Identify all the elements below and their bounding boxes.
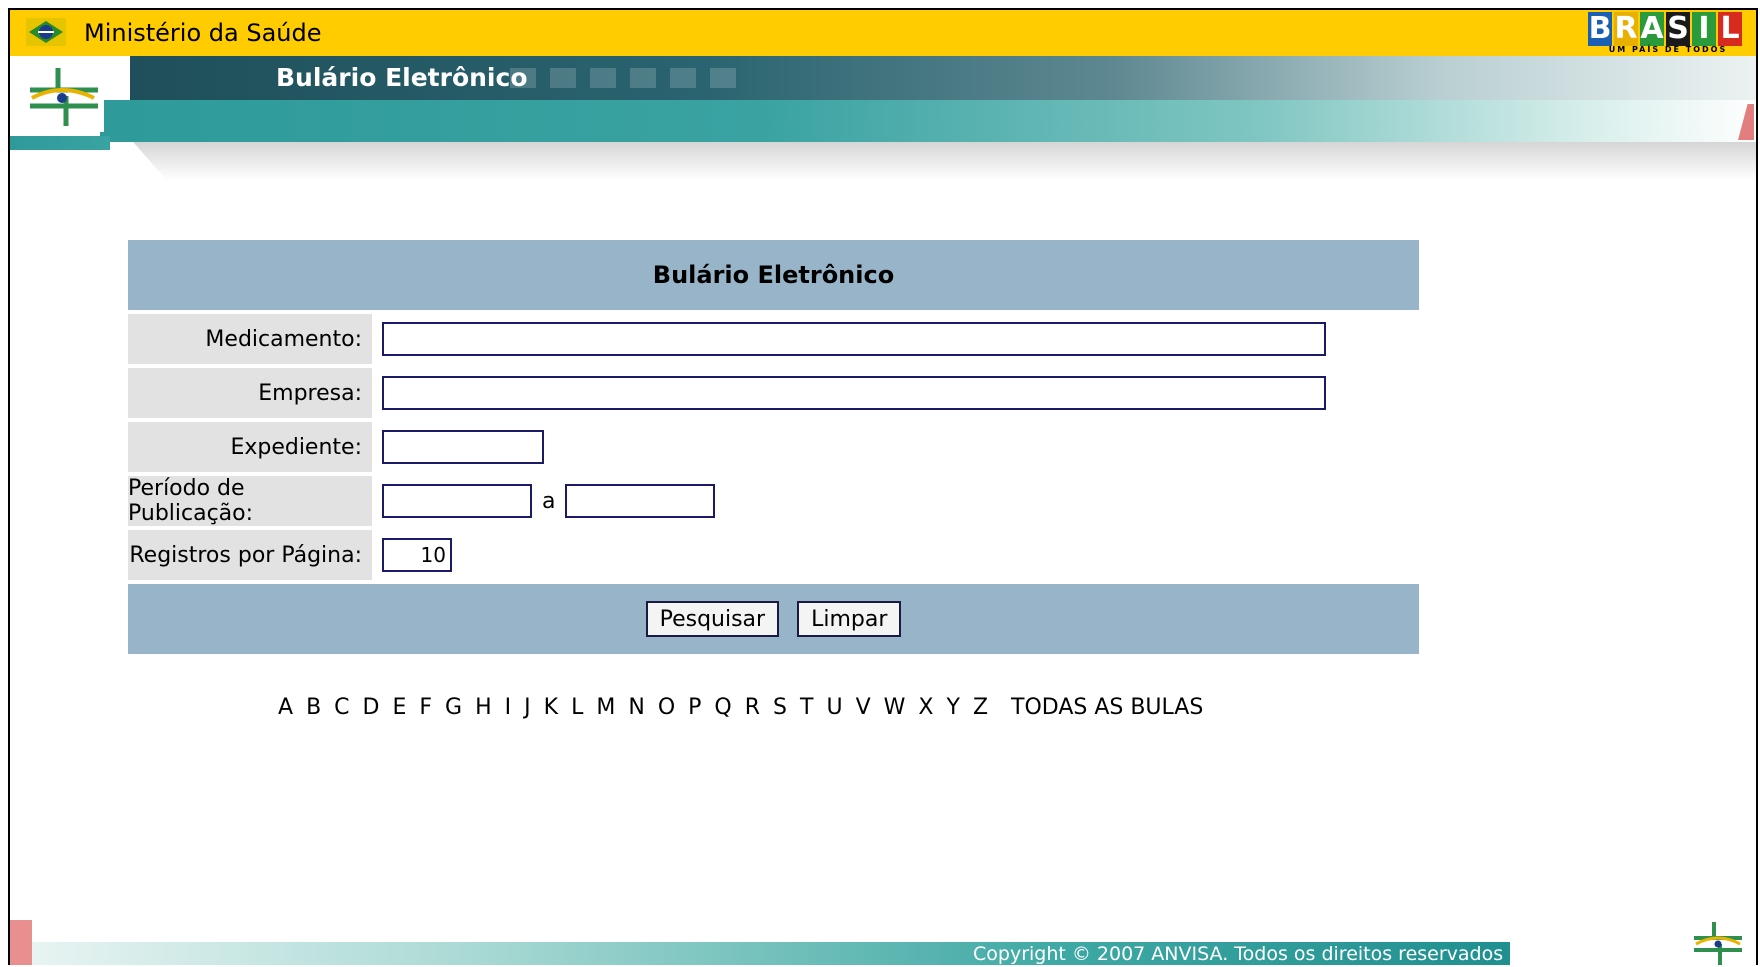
header-grey-band [133,142,1756,180]
header-teal-left [10,136,110,150]
registros-label: Registros por Página: [128,530,372,580]
field-row-expediente: Expediente: [128,422,1419,472]
alphabet-letter-y[interactable]: Y [946,695,959,720]
empresa-label: Empresa: [128,368,372,418]
header-title: Bulário Eletrônico [276,63,528,92]
periodo-to-input[interactable] [565,484,716,518]
expediente-label: Expediente: [128,422,372,472]
alphabet-letter-t[interactable]: T [800,695,813,720]
alphabet-letter-x[interactable]: X [918,695,933,720]
alphabet-letter-b[interactable]: B [306,695,321,720]
alphabet-index: A B C D E F G H I J K L M N O P Q R S T U V W X Y Z TODAS AS BULAS [278,690,1203,724]
brasil-letter: B [1588,11,1612,46]
alphabet-letter-w[interactable]: W [884,695,906,720]
brasil-letter: I [1692,12,1716,46]
alphabet-letter-q[interactable]: Q [714,695,731,720]
site-header: Bulário Eletrônico [10,56,1756,186]
field-row-empresa: Empresa: [128,368,1419,418]
alphabet-letter-d[interactable]: D [363,695,380,720]
field-row-periodo: Período de Publicação: a [128,476,1419,526]
medicamento-label: Medicamento: [128,314,372,364]
empresa-input[interactable] [382,376,1326,410]
periodo-label: Período de Publicação: [128,476,372,526]
alphabet-letter-l[interactable]: L [571,695,583,720]
alphabet-letter-s[interactable]: S [773,695,787,720]
form-title: Bulário Eletrônico [128,240,1419,310]
alphabet-letter-z[interactable]: Z [973,695,988,720]
anvisa-logo-icon[interactable] [22,62,104,132]
alphabet-letter-n[interactable]: N [628,695,644,720]
brasil-tagline: UM PAÍS DE TODOS [1608,45,1728,54]
alphabet-letter-j[interactable]: J [524,695,531,720]
alphabet-letter-i[interactable]: I [505,695,512,720]
alphabet-letter-o[interactable]: O [658,695,675,720]
alphabet-letter-v[interactable]: V [856,695,871,720]
field-row-medicamento: Medicamento: [128,314,1419,364]
site-footer: Copyright © 2007 ANVISA. Todos os direit… [10,920,1756,965]
gov-bar: Ministério da Saúde B R A S I L UM PAÍS … [10,10,1756,56]
alphabet-letter-e[interactable]: E [392,695,406,720]
search-button[interactable]: Pesquisar [645,601,780,637]
alphabet-letter-f[interactable]: F [419,695,432,720]
brazil-coat-of-arms-icon [26,18,66,46]
footer-red-accent [10,920,32,965]
alphabet-letter-r[interactable]: R [745,695,760,720]
alphabet-letter-m[interactable]: M [596,695,615,720]
alphabet-letter-c[interactable]: C [334,695,349,720]
alphabet-letter-g[interactable]: G [445,695,462,720]
clear-button[interactable]: Limpar [797,601,902,637]
alphabet-letter-h[interactable]: H [475,695,492,720]
periodo-separator: a [542,488,556,514]
ministry-title[interactable]: Ministério da Saúde [84,16,322,50]
page-frame: Ministério da Saúde B R A S I L UM PAÍS … [8,8,1758,965]
form-actions: Pesquisar Limpar [128,584,1419,654]
brasil-letter: S [1666,11,1690,46]
alphabet-letter-p[interactable]: P [688,695,701,720]
alphabet-letter-k[interactable]: K [544,695,558,720]
field-row-registros: Registros por Página: [128,530,1419,580]
header-teal-band [100,100,1756,142]
alphabet-letter-u[interactable]: U [826,695,842,720]
all-leaflets-link[interactable]: TODAS AS BULAS [1011,695,1203,720]
brasil-logo[interactable]: B R A S I L UM PAÍS DE TODOS [1588,10,1748,56]
periodo-from-input[interactable] [382,484,532,518]
header-pattern [510,68,750,88]
alphabet-letter-a[interactable]: A [278,695,293,720]
brasil-letter: R [1614,11,1638,46]
brasil-letter: A [1640,11,1664,46]
header-banner: Bulário Eletrônico [130,56,1756,100]
registros-input[interactable] [382,538,452,572]
brasil-letter: L [1718,12,1742,46]
expediente-input[interactable] [382,430,544,464]
medicamento-input[interactable] [382,322,1326,356]
anvisa-logo-small-icon[interactable] [1690,920,1746,965]
copyright-text: Copyright © 2007 ANVISA. Todos os direit… [973,943,1504,965]
search-form: Bulário Eletrônico Medicamento: Empresa:… [128,240,1419,654]
